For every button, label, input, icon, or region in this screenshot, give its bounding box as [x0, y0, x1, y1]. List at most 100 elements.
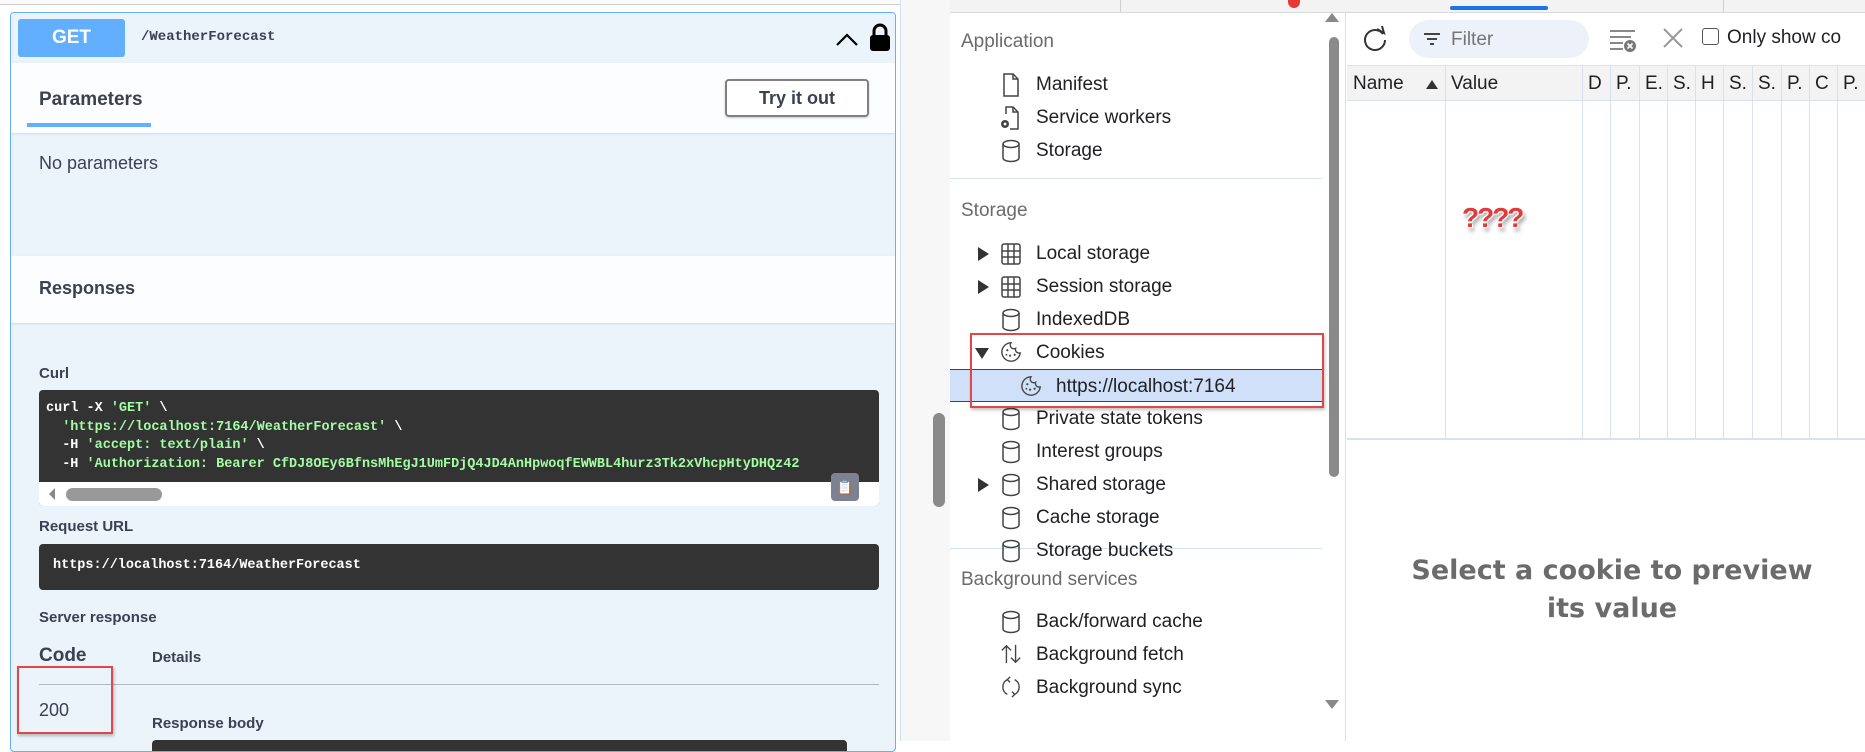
only-show-cookies-checkbox[interactable] [1702, 28, 1719, 45]
sidebar-item-storage[interactable]: Storage [950, 134, 1322, 167]
curl-scroll-thumb[interactable] [66, 488, 162, 501]
curl-code-block[interactable]: curl -X 'GET' \ 'https://localhost:7164/… [39, 390, 879, 506]
expand-arrow-right-icon[interactable] [978, 280, 989, 294]
table-icon [1000, 242, 1022, 266]
sidebar-scrollbar-thumb[interactable] [1329, 37, 1339, 477]
cookies-pane: Only show co Name Value D P. E. S. H S. S. P. C P. … [1347, 13, 1865, 741]
sidebar-item-background-fetch[interactable]: Background fetch [950, 638, 1322, 671]
database-icon [1000, 506, 1022, 530]
sidebar-item-label: Local storage [1036, 243, 1151, 264]
column-divider[interactable] [1610, 66, 1611, 438]
sidebar-item-manifest[interactable]: Manifest [950, 68, 1322, 101]
delete-selected-icon[interactable] [1662, 27, 1684, 49]
expand-arrow-right-icon[interactable] [978, 478, 989, 492]
cookie-icon [1020, 375, 1042, 399]
sidebar-item-label: Shared storage [1036, 474, 1166, 495]
chevron-up-icon[interactable] [835, 27, 859, 51]
column-header-attr[interactable]: P. [1616, 73, 1632, 95]
details-column-header: Details [152, 649, 202, 666]
sidebar-item-session-storage[interactable]: Session storage [950, 270, 1322, 303]
column-header-value[interactable]: Value [1451, 73, 1498, 95]
sidebar-section-title: Storage [961, 200, 1028, 221]
file-icon [1000, 73, 1022, 97]
sidebar-item-back-forward-cache[interactable]: Back/forward cache [950, 605, 1322, 638]
sidebar-item-background-sync[interactable]: Background sync [950, 671, 1322, 704]
database-icon [1000, 440, 1022, 464]
column-header-attr[interactable]: H [1701, 73, 1715, 95]
database-icon [1000, 473, 1022, 497]
column-divider[interactable] [1639, 66, 1640, 438]
sidebar-item-cache-storage[interactable]: Cache storage [950, 501, 1322, 534]
sidebar-item-service-workers[interactable]: Service workers [950, 101, 1322, 134]
sidebar-item-https-localhost-7164[interactable]: https://localhost:7164 [950, 369, 1322, 402]
column-divider[interactable] [1445, 66, 1446, 438]
operation-block-get-weatherforecast: GET /WeatherForecast Parameters Try it o… [10, 12, 896, 752]
sidebar-item-shared-storage[interactable]: Shared storage [950, 468, 1322, 501]
curl-string: 'GET' [110, 401, 152, 416]
refresh-icon[interactable] [1361, 25, 1389, 53]
column-divider[interactable] [1723, 66, 1724, 438]
sidebar-scroll-down-arrow-icon[interactable] [1325, 700, 1339, 709]
column-divider[interactable] [1667, 66, 1668, 438]
scroll-left-arrow-icon[interactable] [49, 488, 55, 500]
copy-to-clipboard-icon[interactable]: 📋 [831, 473, 859, 501]
expand-arrow-right-icon[interactable] [978, 247, 989, 261]
column-divider[interactable] [1809, 66, 1810, 438]
top-divider [0, 0, 900, 5]
column-header-attr[interactable]: E. [1645, 73, 1663, 95]
column-header-attr[interactable]: D [1588, 73, 1602, 95]
code-column-header: Code [39, 645, 87, 666]
database-icon [1000, 610, 1022, 634]
clear-all-cookies-icon[interactable] [1609, 27, 1637, 53]
database-icon [1000, 308, 1022, 332]
column-header-name[interactable]: Name [1353, 73, 1404, 95]
sidebar-item-label: Session storage [1036, 276, 1173, 297]
sidebar-item-label: Storage [1036, 140, 1103, 161]
server-response-label: Server response [39, 609, 157, 626]
filter-input[interactable] [1449, 26, 1583, 54]
lock-icon[interactable] [869, 22, 891, 52]
application-sidebar: Application Manifest Service workers Storag… [950, 13, 1346, 741]
sidebar-item-label: Cookies [1036, 342, 1105, 363]
cookie-preview-pane: Select a cookie to preview its value [1347, 440, 1865, 741]
sidebar-item-interest-groups[interactable]: Interest groups [950, 435, 1322, 468]
expand-arrow-down-icon[interactable] [975, 348, 989, 359]
request-url-value: https://localhost:7164/WeatherForecast [53, 558, 361, 573]
column-header-attr[interactable]: C [1815, 73, 1829, 95]
parameters-tab[interactable]: Parameters [39, 89, 143, 111]
curl-token: -H [46, 456, 87, 472]
page-scrollbar-thumb[interactable] [933, 413, 945, 507]
page-scrollbar-track[interactable] [900, 0, 951, 741]
curl-horizontal-scrollbar[interactable] [39, 482, 879, 506]
filter-box[interactable] [1409, 20, 1589, 58]
sort-ascending-icon [1426, 80, 1438, 89]
column-header-attr[interactable]: S. [1729, 73, 1747, 95]
column-header-attr[interactable]: P. [1787, 73, 1803, 95]
column-divider[interactable] [1752, 66, 1753, 438]
column-header-attr[interactable]: S. [1673, 73, 1691, 95]
column-divider[interactable] [1582, 66, 1583, 438]
response-body-label: Response body [152, 715, 264, 732]
sidebar-section-divider [950, 178, 1322, 179]
only-show-cookies-label[interactable]: Only show co [1727, 27, 1841, 49]
try-it-out-button[interactable]: Try it out [725, 79, 869, 117]
column-divider[interactable] [1837, 66, 1838, 438]
parameters-header: Parameters Try it out [11, 63, 895, 133]
operation-summary[interactable]: GET /WeatherForecast [11, 13, 895, 64]
column-divider[interactable] [1695, 66, 1696, 438]
tab-application-active-indicator[interactable] [1450, 6, 1548, 10]
curl-line-continuation: \ [386, 419, 403, 435]
column-header-attr[interactable]: S. [1758, 73, 1776, 95]
sidebar-scroll-up-arrow-icon[interactable] [1325, 13, 1339, 22]
sidebar-item-private-state-tokens[interactable]: Private state tokens [950, 402, 1322, 435]
sidebar-item-storage-buckets[interactable]: Storage buckets [950, 534, 1322, 567]
column-divider[interactable] [1781, 66, 1782, 438]
curl-line: -H 'accept: text/plain' \ [46, 437, 799, 456]
request-url-box: https://localhost:7164/WeatherForecast [39, 544, 879, 590]
sidebar-item-label: Cache storage [1036, 507, 1160, 528]
sidebar-item-cookies[interactable]: Cookies [950, 336, 1322, 369]
sidebar-item-local-storage[interactable]: Local storage [950, 237, 1322, 270]
devtools-tab-strip [950, 0, 1865, 13]
column-header-attr[interactable]: P. [1843, 73, 1859, 95]
sidebar-item-indexeddb[interactable]: IndexedDB [950, 303, 1322, 336]
